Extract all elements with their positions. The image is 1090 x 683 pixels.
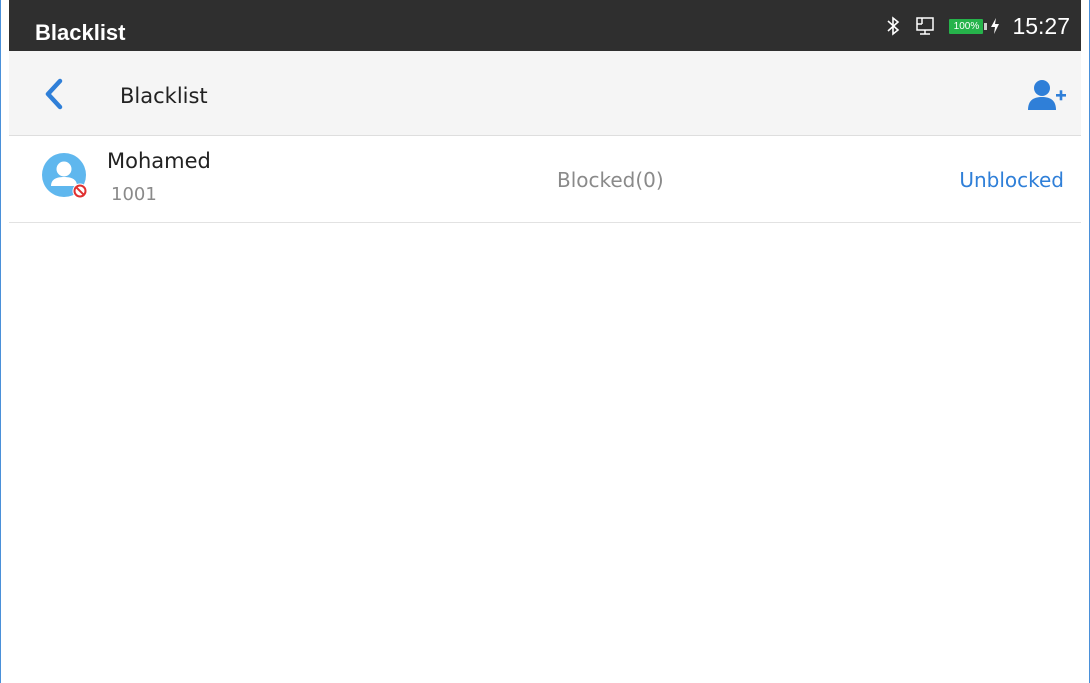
status-bar-title: Blacklist: [35, 20, 126, 45]
clock: 15:27: [1012, 12, 1070, 39]
chevron-left-icon: [45, 78, 63, 110]
network-icon: [916, 17, 935, 35]
contact-name: Mohamed: [107, 149, 211, 173]
battery-tip: [984, 22, 988, 30]
status-bar: Blacklist 100% 15:27: [9, 0, 1081, 51]
list-item[interactable]: Mohamed 1001 Blocked(0) Unblocked: [9, 136, 1081, 223]
blocked-count: Blocked(0): [557, 168, 664, 192]
blocked-icon: [72, 183, 88, 199]
battery-level: 100%: [953, 20, 980, 32]
toolbar: Blacklist: [9, 51, 1081, 136]
add-contact-icon[interactable]: [1027, 78, 1067, 112]
contact-avatar-icon: [42, 153, 88, 199]
back-button[interactable]: [39, 77, 71, 111]
contact-number: 1001: [111, 184, 157, 205]
unblock-button[interactable]: Unblocked: [959, 168, 1064, 192]
app-window: Blacklist 100% 15:27 Blacklist Mohamed 1…: [0, 0, 1090, 683]
page-title: Blacklist: [120, 84, 208, 108]
bluetooth-icon: [887, 16, 900, 36]
battery-icon: 100%: [949, 18, 984, 34]
status-icons: 100% 15:27: [882, 12, 1070, 39]
charging-icon: [991, 18, 1000, 34]
